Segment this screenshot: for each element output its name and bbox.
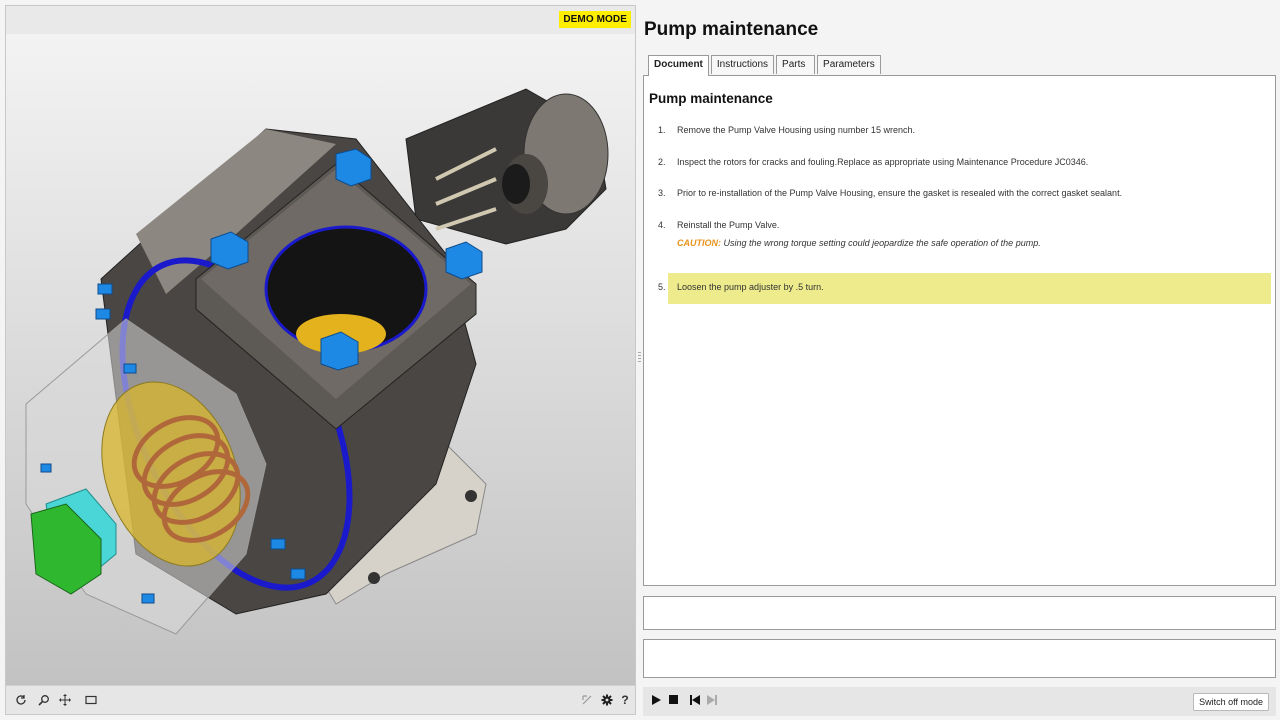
zoom-icon[interactable] [35,691,53,709]
3d-viewer[interactable]: DEMO MODE ? [5,5,636,715]
stop-icon[interactable] [669,695,678,708]
tab-parts[interactable]: Parts [776,55,816,74]
switch-off-mode-button[interactable]: Switch off mode [1193,693,1269,711]
caution-label: CAUTION: [677,238,721,248]
step-text: Reinstall the Pump Valve. [677,220,780,230]
document-pane: Pump maintenance 1. Remove the Pump Valv… [643,75,1276,586]
mount-hole [368,572,380,584]
step-item-active[interactable]: 5. Loosen the pump adjuster by .5 turn. [644,273,1274,304]
play-icon[interactable] [652,695,661,709]
info-box-1 [643,596,1276,630]
3d-viewport[interactable] [6,34,636,687]
frame-icon[interactable] [82,691,100,709]
step-number: 1. [658,125,666,135]
rotate-icon[interactable] [12,691,30,709]
demo-mode-badge: DEMO MODE [559,11,631,28]
step-text: Remove the Pump Valve Housing using numb… [677,125,915,135]
playback-toolbar: Switch off mode [643,687,1276,716]
step-number: 4. [658,220,666,230]
tab-instructions[interactable]: Instructions [710,55,775,74]
step-text: Inspect the rotors for cracks and foulin… [677,157,1089,167]
panel-splitter[interactable] [638,352,641,364]
skip-back-icon[interactable] [690,695,700,709]
gear-icon[interactable] [598,691,616,709]
viewer-header-strip [6,6,635,34]
step-text: Prior to re-installation of the Pump Val… [677,188,1123,198]
viewer-toolbar: ? [6,685,635,714]
caution-note: CAUTION: Using the wrong torque setting … [677,238,1041,248]
reset-view-icon[interactable] [578,691,596,709]
mount-hole [465,490,477,502]
tab-parameters[interactable]: Parameters [817,55,881,74]
pan-icon[interactable] [56,691,74,709]
step-number: 3. [658,188,666,198]
document-tabs: Document Instructions Parts Parameters [648,55,883,76]
document-heading: Pump maintenance [649,91,773,106]
pump-3d-model[interactable] [6,34,636,687]
caution-text: Using the wrong torque setting could jeo… [721,238,1041,248]
step-text: Loosen the pump adjuster by .5 turn. [677,282,824,292]
skip-forward-icon[interactable] [707,695,717,709]
tab-document[interactable]: Document [648,55,709,76]
info-box-2 [643,639,1276,678]
step-number: 2. [658,157,666,167]
help-icon[interactable]: ? [616,691,634,709]
step-item[interactable]: 4. Reinstall the Pump Valve. CAUTION: Us… [644,220,1274,250]
page-title: Pump maintenance [644,19,819,40]
